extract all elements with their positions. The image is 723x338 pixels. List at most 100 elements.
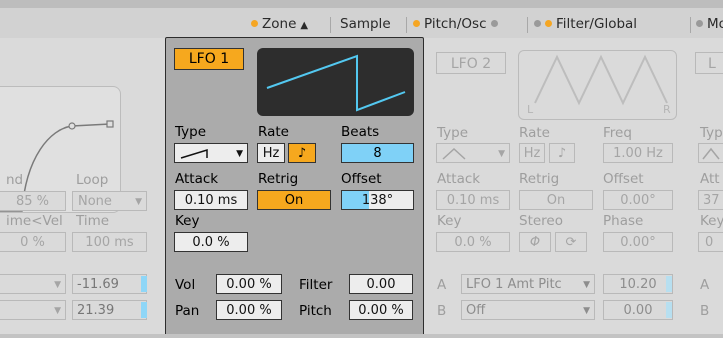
pitch-led2-icon [490,20,498,27]
lfo1-pitch-field[interactable]: 0.00 % [349,300,413,320]
lfo2-rate-hz[interactable]: Hz [519,143,545,163]
lfo2-b-meter [666,302,672,318]
lfo1-filter-field[interactable]: 0.00 [349,274,413,294]
lfo3-type-dropdown[interactable] [698,143,723,163]
time-vel-label: ime<Vel [6,213,63,229]
lfo3-type-label: Typ [700,125,723,141]
lfo2-b-label: B [437,303,447,319]
lfo2-key-field[interactable]: 0.0 % [436,232,510,252]
lfo1-retrig-label: Retrig [258,171,299,187]
lfo2-b-amount[interactable]: 0.00 [603,300,673,320]
lfo2-type-dropdown[interactable] [436,143,510,163]
lfo1-rate-sync-button[interactable]: ♪ [288,143,316,163]
lfo2-a-dropdown[interactable]: LFO 1 Amt Pitc [461,274,595,294]
lfo1-pitch-label: Pitch [299,303,332,319]
fade-field[interactable]: 85 % [0,191,66,211]
svg-text:R: R [663,103,671,116]
lfo2-a-label: A [437,277,447,293]
zone-led-icon [251,20,258,27]
lfo1-type-label: Type [175,124,207,140]
lfo2-a-amount[interactable]: 10.20 [603,274,673,294]
tab-divider [330,17,331,33]
stereo-spin-button[interactable]: ⟳ [555,232,587,252]
mod-a-dropdown[interactable] [0,274,66,294]
lfo3-b-label: B [700,303,710,319]
filter-led-icon [534,20,541,27]
tab-filter-global[interactable]: Filter/Global [534,14,637,34]
filter-led2-icon [545,20,552,27]
lfo1-offset-field[interactable]: 138° [341,190,414,210]
lfo2-phase-label: Phase [603,213,644,229]
lfo1-attack-label: Attack [175,171,219,187]
mod-led-icon [696,20,703,27]
lfo1-rate-hz-button[interactable]: Hz [257,143,285,163]
mod-a-amount[interactable]: -11.69 [72,274,147,294]
lfo3-button[interactable]: L [695,52,723,74]
lfo1-waveform [257,48,414,116]
lfo2-freq-field[interactable]: 1.00 Hz [603,143,673,163]
lfo2-freq-label: Freq [603,125,632,141]
tab-divider [527,17,528,33]
fade-label: nd [6,172,24,188]
pitch-led-icon [413,20,420,27]
top-strip [0,0,723,8]
lfo2-rate-label: Rate [519,125,550,141]
lfo1-pan-field[interactable]: 0.00 % [216,300,282,320]
tab-pitch-osc[interactable]: Pitch/Osc [413,14,502,34]
tab-sample[interactable]: Sample [340,14,391,34]
lfo2-rate-note[interactable]: ♪ [549,143,575,163]
lfo2-button[interactable]: LFO 2 [436,52,506,74]
lfo2-stereo-label: Stereo [519,213,563,229]
tab-mod[interactable]: Mod [696,14,723,34]
lfo1-panel: LFO 1 Type Rate Beats Hz ♪ 8 Attack Retr… [165,37,424,337]
lfo2-waveform: L R [518,50,677,120]
lfo2-retrig-toggle[interactable]: On [519,190,593,210]
time-field[interactable]: 100 ms [72,232,147,252]
lfo1-key-label: Key [175,213,200,229]
lfo3-key-label: Key [700,213,723,229]
lfo2-offset-field[interactable]: 0.00° [603,190,673,210]
time-vel-field[interactable]: 0 % [0,232,66,252]
mod-b-meter [141,302,147,318]
lfo1-filter-label: Filter [299,277,333,293]
lfo1-pan-label: Pan [175,303,200,319]
triangle-shape-icon [442,147,466,160]
svg-text:L: L [527,103,534,116]
lfo2-a-meter [666,276,672,292]
lfo1-vol-label: Vol [175,277,196,293]
mod-a-meter [141,276,147,292]
tab-zone[interactable]: Zone ▲ [251,14,308,34]
stereo-phase-button[interactable]: Φ [519,232,551,252]
sawtooth-wave-icon [266,54,406,112]
lfo2-b-dropdown[interactable]: Off [461,300,595,320]
lfo2-key-label: Key [437,213,462,229]
loop-dropdown[interactable]: None [72,191,147,211]
lfo3-attack-field[interactable]: 37 [698,190,723,210]
time-label: Time [76,213,110,229]
lfo1-vol-field[interactable]: 0.00 % [216,274,282,294]
lfo3-a-label: A [700,277,710,293]
bottom-border [0,334,723,338]
triangle-wave-icon: L R [527,54,671,116]
sawtooth-shape-icon [180,148,208,159]
triangle-shape-icon [702,147,720,160]
lfo2-attack-label: Attack [437,171,481,187]
mod-b-amount[interactable]: 21.39 [72,300,147,320]
tab-divider [406,17,407,33]
lfo2-retrig-label: Retrig [519,171,560,187]
lfo1-rate-label: Rate [258,124,289,140]
lfo1-type-dropdown[interactable] [174,143,248,163]
lfo1-button[interactable]: LFO 1 [174,48,244,70]
mod-b-dropdown[interactable] [0,300,66,320]
lfo1-beats-field[interactable]: 8 [341,143,414,163]
lfo1-key-field[interactable]: 0.0 % [174,232,248,252]
lfo2-offset-label: Offset [603,171,644,187]
lfo1-retrig-toggle[interactable]: On [257,190,331,210]
lfo2-attack-field[interactable]: 0.10 ms [436,190,510,210]
lfo3-key-field[interactable]: 0 [698,232,723,252]
lfo1-attack-field[interactable]: 0.10 ms [174,190,248,210]
collapse-arrow-icon: ▲ [300,20,309,31]
lfo3-attack-label: Att [700,171,720,187]
lfo1-offset-label: Offset [341,171,382,187]
lfo2-phase-field[interactable]: 0.00° [603,232,673,252]
